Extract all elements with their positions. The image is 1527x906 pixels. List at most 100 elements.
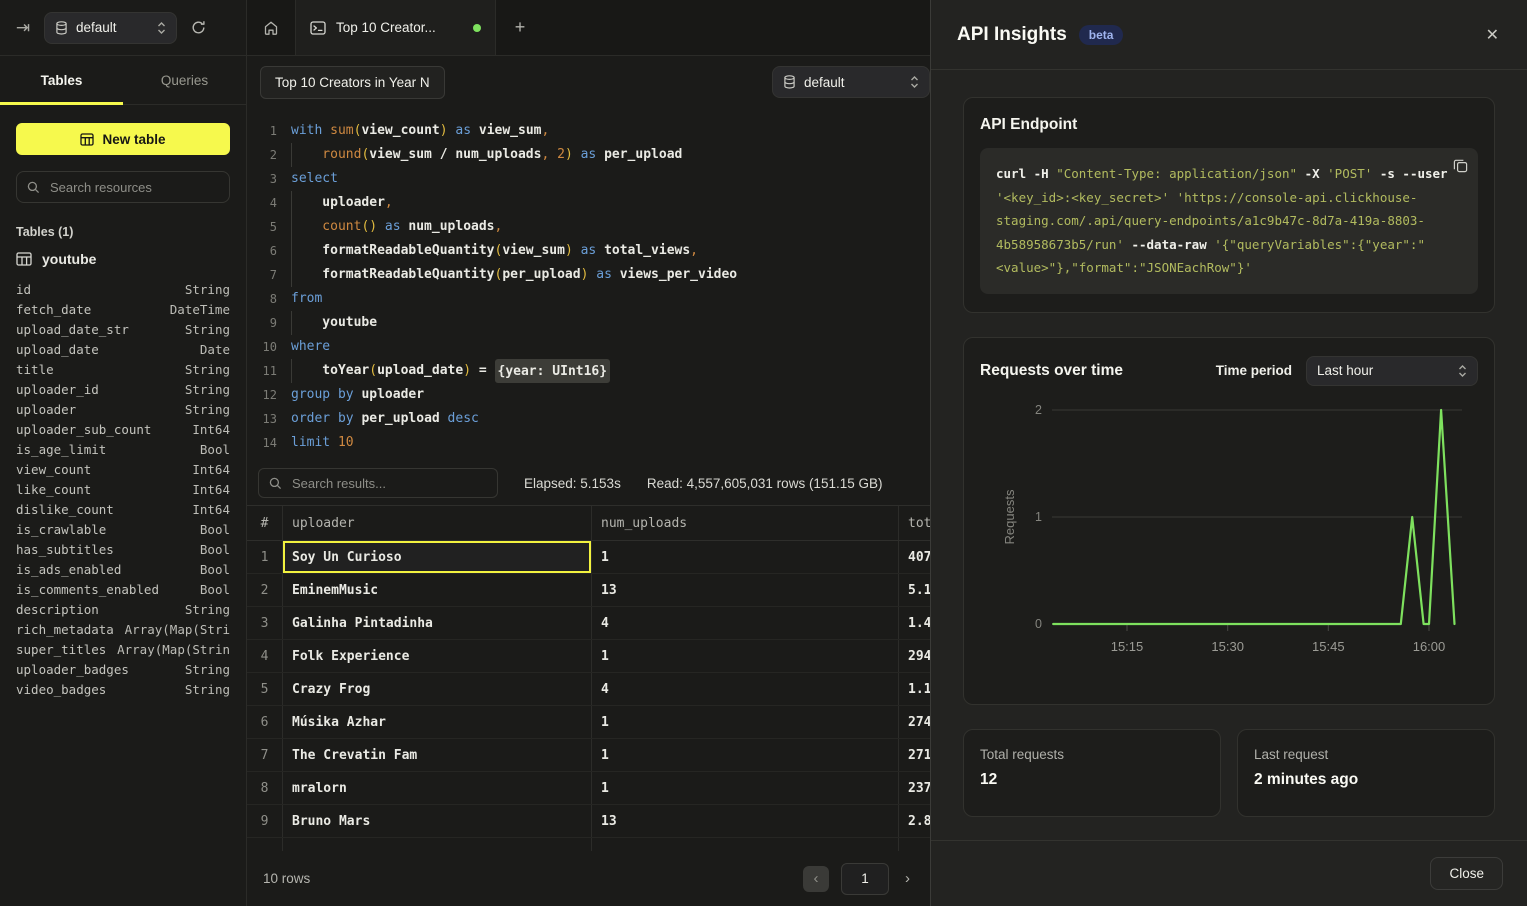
column-name: uploader_sub_count bbox=[16, 422, 151, 437]
result-row[interactable]: 6Músika Azhar1274 bbox=[247, 706, 930, 739]
code-line[interactable]: 3select bbox=[247, 167, 930, 191]
header-uploader[interactable]: uploader bbox=[283, 506, 592, 540]
code-line[interactable]: 9youtube bbox=[247, 311, 930, 335]
home-button[interactable] bbox=[247, 0, 296, 55]
collapse-sidebar-icon[interactable]: ⇥ bbox=[10, 18, 36, 38]
num-uploads-cell[interactable]: 1 bbox=[592, 541, 899, 573]
close-button[interactable]: Close bbox=[1430, 857, 1503, 890]
uploader-cell[interactable]: The Crevatin Fam bbox=[283, 739, 592, 771]
total-views-cell[interactable]: 294 bbox=[899, 640, 930, 672]
close-icon[interactable]: ✕ bbox=[1486, 25, 1499, 45]
result-row[interactable]: 8mralorn1237 bbox=[247, 772, 930, 805]
schema-column-row[interactable]: is_comments_enabledBool bbox=[16, 579, 230, 599]
uploader-cell[interactable]: Galinha Pintadinha bbox=[283, 607, 592, 639]
database-selector[interactable]: default bbox=[44, 12, 177, 44]
num-uploads-cell[interactable]: 1 bbox=[592, 772, 899, 804]
total-views-cell[interactable]: 407 bbox=[899, 541, 930, 573]
schema-column-row[interactable]: has_subtitlesBool bbox=[16, 539, 230, 559]
schema-column-row[interactable]: dislike_countInt64 bbox=[16, 499, 230, 519]
header-total-views[interactable]: tot bbox=[899, 506, 930, 540]
tab-queries[interactable]: Queries bbox=[123, 56, 246, 104]
code-line[interactable]: 14limit 10 bbox=[247, 431, 930, 455]
num-uploads-cell[interactable]: 1 bbox=[592, 640, 899, 672]
schema-column-row[interactable]: titleString bbox=[16, 359, 230, 379]
schema-column-row[interactable]: upload_dateDate bbox=[16, 339, 230, 359]
code-line[interactable]: 13order by per_upload desc bbox=[247, 407, 930, 431]
uploader-cell[interactable]: mralorn bbox=[283, 772, 592, 804]
schema-column-row[interactable]: uploader_badgesString bbox=[16, 659, 230, 679]
time-period-selector[interactable]: Last hour bbox=[1306, 356, 1478, 386]
total-views-cell[interactable]: 237 bbox=[899, 772, 930, 804]
result-row[interactable]: 9Bruno Mars132.8 bbox=[247, 805, 930, 838]
schema-column-row[interactable]: is_crawlableBool bbox=[16, 519, 230, 539]
curl-command[interactable]: curl -H "Content-Type: application/json"… bbox=[980, 148, 1478, 294]
schema-column-row[interactable]: idString bbox=[16, 279, 230, 299]
copy-icon[interactable] bbox=[1453, 158, 1468, 173]
code-line[interactable]: 1with sum(view_count) as view_sum, bbox=[247, 119, 930, 143]
schema-column-row[interactable]: descriptionString bbox=[16, 599, 230, 619]
uploader-cell[interactable]: Músika Azhar bbox=[283, 706, 592, 738]
query-tab[interactable]: Top 10 Creator... bbox=[296, 0, 496, 55]
schema-column-row[interactable]: uploaderString bbox=[16, 399, 230, 419]
uploader-cell[interactable]: Crazy Frog bbox=[283, 673, 592, 705]
tab-tables[interactable]: Tables bbox=[0, 56, 123, 104]
num-uploads-cell[interactable]: 13 bbox=[592, 574, 899, 606]
code-line[interactable]: 5count() as num_uploads, bbox=[247, 215, 930, 239]
schema-column-row[interactable]: fetch_dateDateTime bbox=[16, 299, 230, 319]
current-page[interactable]: 1 bbox=[841, 863, 889, 895]
schema-column-row[interactable]: uploader_idString bbox=[16, 379, 230, 399]
line-number: 11 bbox=[247, 359, 291, 383]
result-row[interactable]: 3Galinha Pintadinha41.4 bbox=[247, 607, 930, 640]
code-line[interactable]: 11toYear(upload_date) = {year: UInt16} bbox=[247, 359, 930, 383]
total-views-cell[interactable]: 274 bbox=[899, 706, 930, 738]
result-row[interactable]: 4Folk Experience1294 bbox=[247, 640, 930, 673]
code-line[interactable]: 10where bbox=[247, 335, 930, 359]
num-uploads-cell[interactable]: 13 bbox=[592, 805, 899, 837]
result-row[interactable]: 1Soy Un Curioso1407 bbox=[247, 541, 930, 574]
new-table-button[interactable]: New table bbox=[16, 123, 230, 155]
schema-column-row[interactable]: upload_date_strString bbox=[16, 319, 230, 339]
schema-column-row[interactable]: uploader_sub_countInt64 bbox=[16, 419, 230, 439]
uploader-cell[interactable]: Soy Un Curioso bbox=[283, 541, 592, 573]
total-views-cell[interactable]: 1.1 bbox=[899, 673, 930, 705]
num-uploads-cell[interactable]: 4 bbox=[592, 673, 899, 705]
search-resources-input[interactable] bbox=[48, 179, 228, 196]
uploader-cell[interactable]: Bruno Mars bbox=[283, 805, 592, 837]
search-results-input[interactable] bbox=[290, 475, 487, 492]
header-index[interactable]: # bbox=[247, 506, 283, 540]
code-line[interactable]: 8from bbox=[247, 287, 930, 311]
header-num-uploads[interactable]: num_uploads bbox=[592, 506, 899, 540]
schema-column-row[interactable]: is_ads_enabledBool bbox=[16, 559, 230, 579]
uploader-cell[interactable]: EminemMusic bbox=[283, 574, 592, 606]
code-line[interactable]: 2round(view_sum / num_uploads, 2) as per… bbox=[247, 143, 930, 167]
refresh-icon[interactable] bbox=[191, 20, 206, 35]
num-uploads-cell[interactable]: 4 bbox=[592, 607, 899, 639]
result-row[interactable]: 7The Crevatin Fam1271 bbox=[247, 739, 930, 772]
code-line[interactable]: 6formatReadableQuantity(view_sum) as tot… bbox=[247, 239, 930, 263]
result-row[interactable]: 5Crazy Frog41.1 bbox=[247, 673, 930, 706]
table-item-youtube[interactable]: youtube bbox=[16, 251, 230, 267]
query-title[interactable]: Top 10 Creators in Year N bbox=[260, 66, 445, 99]
sql-editor[interactable]: 1with sum(view_count) as view_sum,2round… bbox=[247, 108, 930, 461]
schema-column-row[interactable]: is_age_limitBool bbox=[16, 439, 230, 459]
total-views-cell[interactable]: 1.4 bbox=[899, 607, 930, 639]
schema-column-row[interactable]: like_countInt64 bbox=[16, 479, 230, 499]
total-views-cell[interactable]: 5.1 bbox=[899, 574, 930, 606]
new-tab-button[interactable]: + bbox=[496, 0, 544, 55]
total-views-cell[interactable]: 271 bbox=[899, 739, 930, 771]
schema-column-row[interactable]: rich_metadataArray(Map(Stri bbox=[16, 619, 230, 639]
code-line[interactable]: 7formatReadableQuantity(per_upload) as v… bbox=[247, 263, 930, 287]
code-line[interactable]: 4uploader, bbox=[247, 191, 930, 215]
schema-column-row[interactable]: video_badgesString bbox=[16, 679, 230, 699]
schema-column-row[interactable]: view_countInt64 bbox=[16, 459, 230, 479]
prev-page-button[interactable]: ‹ bbox=[803, 866, 829, 892]
schema-column-row[interactable]: super_titlesArray(Map(Strin bbox=[16, 639, 230, 659]
result-row[interactable]: 2EminemMusic135.1 bbox=[247, 574, 930, 607]
num-uploads-cell[interactable]: 1 bbox=[592, 739, 899, 771]
total-views-cell[interactable]: 2.8 bbox=[899, 805, 930, 837]
code-line[interactable]: 12group by uploader bbox=[247, 383, 930, 407]
next-page-button[interactable]: › bbox=[901, 870, 914, 887]
num-uploads-cell[interactable]: 1 bbox=[592, 706, 899, 738]
uploader-cell[interactable]: Folk Experience bbox=[283, 640, 592, 672]
query-database-selector[interactable]: default bbox=[772, 66, 930, 98]
